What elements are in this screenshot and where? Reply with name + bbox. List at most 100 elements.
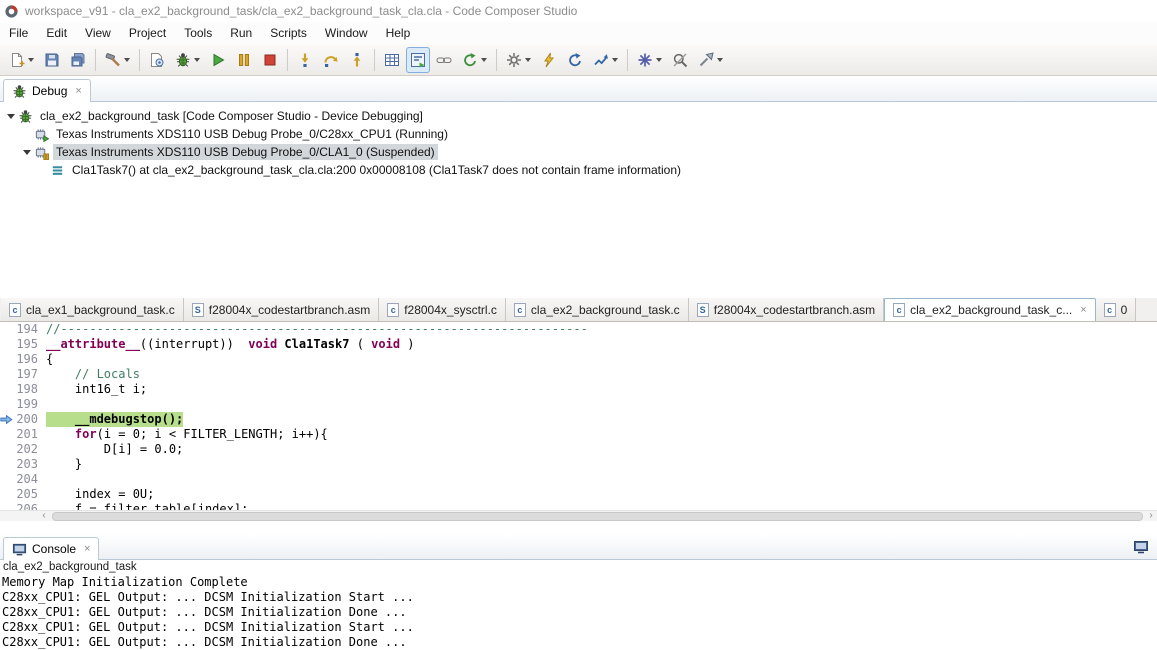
- code-line[interactable]: 198 int16_t i;: [0, 382, 1157, 397]
- editor-tab[interactable]: c cla_ex2_background_task_c... ×: [884, 298, 1096, 321]
- dropdown-arrow-icon[interactable]: [525, 57, 531, 62]
- dropdown-arrow-icon[interactable]: [656, 57, 662, 62]
- dropdown-arrow-icon[interactable]: [124, 57, 130, 62]
- debug-tree-row[interactable]: cla_ex2_background_task [Code Composer S…: [0, 107, 1157, 125]
- editor-horizontal-scrollbar[interactable]: ‹ ›: [0, 510, 1157, 521]
- dropdown-arrow-icon[interactable]: [612, 57, 618, 62]
- editor-tab[interactable]: c f28004x_sysctrl.c: [379, 298, 506, 321]
- tools-menu-button[interactable]: [694, 47, 727, 73]
- chevron-expanded-icon[interactable]: [6, 110, 18, 122]
- debug-tree-row[interactable]: Texas Instruments XDS110 USB Debug Probe…: [0, 143, 1157, 161]
- editor-tab[interactable]: c cla_ex1_background_task.c: [1, 298, 184, 321]
- grid-icon: [384, 52, 400, 68]
- memory-browser-button[interactable]: [380, 47, 404, 73]
- editor-tab-label: cla_ex2_background_task_c...: [910, 303, 1073, 317]
- code-line[interactable]: 199: [0, 397, 1157, 412]
- step-over-button[interactable]: [319, 47, 343, 73]
- code-line[interactable]: 204: [0, 472, 1157, 487]
- scrollbar-thumb[interactable]: [52, 511, 1143, 521]
- editor-tab[interactable]: c0: [1095, 298, 1137, 321]
- editor-tab[interactable]: c cla_ex2_background_task.c: [505, 298, 689, 321]
- build-button[interactable]: [101, 47, 134, 73]
- menu-run[interactable]: Run: [221, 23, 261, 43]
- code-text: index = 0U;: [46, 487, 155, 501]
- debug-view-tab[interactable]: Debug ×: [3, 79, 91, 102]
- menu-help[interactable]: Help: [377, 23, 420, 43]
- line-number: 194: [16, 322, 38, 336]
- code-text: int16_t i;: [46, 382, 148, 396]
- refresh-button[interactable]: [563, 47, 587, 73]
- code-line[interactable]: 196 {: [0, 352, 1157, 367]
- save-all-button[interactable]: [66, 47, 90, 73]
- save-button[interactable]: [40, 47, 64, 73]
- editor-tab-label: cla_ex1_background_task.c: [26, 302, 175, 317]
- terminate-button[interactable]: [258, 47, 282, 73]
- chip-run-icon: [34, 127, 49, 142]
- annotation-gutter: [0, 442, 16, 457]
- debug-tree-row[interactable]: Texas Instruments XDS110 USB Debug Probe…: [0, 125, 1157, 143]
- editor-tab-label: cla_ex2_background_task.c: [530, 302, 680, 317]
- assembly-step-mode-button[interactable]: [406, 46, 430, 73]
- code-line[interactable]: 202 D[i] = 0.0;: [0, 442, 1157, 457]
- debug-tree-row[interactable]: Cla1Task7() at cla_ex2_background_task_c…: [0, 161, 1157, 179]
- code-text: }: [46, 457, 83, 471]
- close-tab-icon[interactable]: ×: [1080, 304, 1086, 316]
- toolbar-separator: [496, 48, 497, 71]
- editor-tab[interactable]: Sf28004x_codestartbranch.asm: [183, 298, 380, 321]
- code-line[interactable]: 206 f = filter_table[index];: [0, 502, 1157, 510]
- code-line[interactable]: 203 }: [0, 457, 1157, 472]
- console-view-tab[interactable]: Console ×: [3, 537, 100, 560]
- flash-program-button[interactable]: [537, 47, 561, 73]
- dropdown-arrow-icon[interactable]: [28, 57, 34, 62]
- annotation-gutter: [0, 397, 16, 412]
- close-view-icon[interactable]: ×: [75, 85, 81, 97]
- scroll-left-icon[interactable]: ‹: [38, 511, 50, 521]
- dropdown-arrow-icon[interactable]: [481, 57, 487, 62]
- panel-sash[interactable]: [0, 521, 1157, 534]
- new-button[interactable]: [5, 47, 38, 73]
- close-console-icon[interactable]: ×: [84, 543, 90, 555]
- console-view-header: Console ×: [0, 534, 1157, 560]
- line-number: 199: [16, 397, 38, 411]
- dropdown-arrow-icon[interactable]: [717, 57, 723, 62]
- debug-view-header: Debug ×: [0, 76, 1157, 102]
- menu-project[interactable]: Project: [120, 23, 175, 43]
- menu-view[interactable]: View: [76, 23, 120, 43]
- trace-button[interactable]: [589, 47, 622, 73]
- line-number: 195: [16, 337, 38, 351]
- step-return-button[interactable]: [345, 47, 369, 73]
- open-console-icon[interactable]: [1133, 539, 1149, 555]
- debug-button[interactable]: [171, 47, 204, 73]
- dropdown-arrow-icon[interactable]: [194, 57, 200, 62]
- code-line[interactable]: 201 for(i = 0; i < FILTER_LENGTH; i++){: [0, 427, 1157, 442]
- code-line[interactable]: 205 index = 0U;: [0, 487, 1157, 502]
- editor-tab[interactable]: Sf28004x_codestartbranch.asm: [688, 298, 885, 321]
- line-number: 204: [16, 472, 38, 486]
- console-tab-label: Console: [32, 542, 77, 556]
- menu-scripts[interactable]: Scripts: [261, 23, 316, 43]
- search-disabled-button[interactable]: [668, 47, 692, 73]
- restart-button[interactable]: [458, 47, 491, 73]
- cpu-reset-button[interactable]: [502, 47, 535, 73]
- menu-window[interactable]: Window: [316, 23, 377, 43]
- code-area[interactable]: 194 //-----------------------------------…: [0, 322, 1157, 510]
- line-number: 206: [16, 502, 38, 510]
- chevron-expanded-icon[interactable]: [22, 146, 34, 158]
- code-line[interactable]: 197 // Locals: [0, 367, 1157, 382]
- link-views-button[interactable]: [432, 47, 456, 73]
- editor-tab-label: f28004x_sysctrl.c: [404, 302, 497, 317]
- step-into-button[interactable]: [293, 47, 317, 73]
- code-line[interactable]: 194 //-----------------------------------…: [0, 322, 1157, 337]
- new-target-configuration-button[interactable]: [145, 47, 169, 73]
- suspend-button[interactable]: [232, 47, 256, 73]
- scroll-right-icon[interactable]: ›: [1145, 511, 1157, 521]
- code-line[interactable]: 195 __attribute__((interrupt)) void Cla1T…: [0, 337, 1157, 352]
- resume-button[interactable]: [206, 47, 230, 73]
- menu-edit[interactable]: Edit: [37, 23, 76, 43]
- console-output[interactable]: Memory Map Initialization Complete C28xx_…: [0, 575, 1157, 650]
- menu-tools[interactable]: Tools: [175, 23, 221, 43]
- menu-file[interactable]: File: [0, 23, 37, 43]
- code-line[interactable]: 200 __mdebugstop();: [0, 412, 1157, 427]
- editor-tab-label: f28004x_codestartbranch.asm: [713, 302, 876, 317]
- new-breakpoint-button[interactable]: [633, 47, 666, 73]
